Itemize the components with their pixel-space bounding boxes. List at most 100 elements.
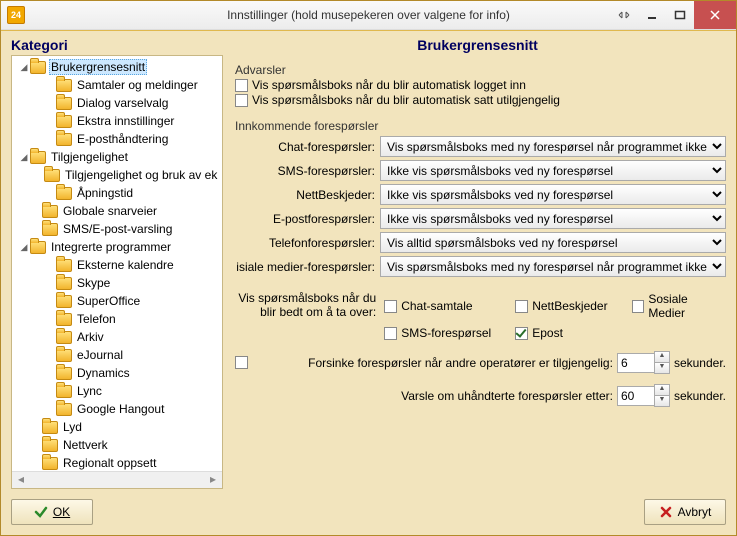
tree-item[interactable]: Dynamics (12, 364, 222, 382)
tree-item-label: E-posthåndtering (75, 132, 170, 146)
titlebar[interactable]: 24 Innstillinger (hold musepekeren over … (1, 1, 736, 30)
warn-auto-login-checkbox[interactable] (235, 79, 248, 92)
spin-up-icon[interactable]: ▲ (654, 351, 670, 363)
check-icon (34, 505, 48, 519)
tree-item-label: Globale snarveier (61, 204, 159, 218)
tree-item-label: SMS/E-post-varsling (61, 222, 174, 236)
category-tree: ◢ BrukergrensesnittSamtaler og meldinger D… (11, 55, 223, 489)
tree-item[interactable]: Regionalt oppsett (12, 454, 222, 471)
spin-down-icon[interactable]: ▼ (654, 363, 670, 374)
incoming-select[interactable]: Vis spørsmålsboks med ny forespørsel når… (380, 136, 726, 157)
warnings-section-label: Advarsler (235, 63, 726, 77)
tree-item-label: Nettverk (61, 438, 110, 452)
takeover-lead: Vis spørsmålsboks når dublir bedt om å t… (235, 291, 376, 341)
cancel-button[interactable]: Avbryt (644, 499, 726, 525)
tree-item[interactable]: ◢Tilgjengelighet (12, 148, 222, 166)
tree-item[interactable]: Åpningstid (12, 184, 222, 202)
folder-icon (56, 385, 72, 398)
takeover-checkbox[interactable] (515, 300, 528, 313)
takeover-checkbox[interactable] (384, 300, 397, 313)
spin-up-icon[interactable]: ▲ (654, 384, 670, 396)
incoming-select[interactable]: Ikke vis spørsmålsboks ved ny forespørse… (380, 208, 726, 229)
folder-icon (56, 97, 72, 110)
incoming-label: Telefonforespørsler: (235, 236, 377, 250)
tree-item[interactable]: eJournal (12, 346, 222, 364)
tree-item[interactable]: Ekstra innstillinger (12, 112, 222, 130)
tree-item[interactable]: Telefon (12, 310, 222, 328)
tree-item[interactable]: Tilgjengelighet og bruk av ek (12, 166, 222, 184)
folder-icon (42, 223, 58, 236)
takeover-checkbox[interactable] (632, 300, 645, 313)
tree-item-label: Dynamics (75, 366, 132, 380)
takeover-checkbox[interactable] (384, 327, 397, 340)
tree-item[interactable]: Lyd (12, 418, 222, 436)
tree-item-label: Åpningstid (75, 186, 135, 200)
takeover-option-label: NettBeskjeder (532, 299, 607, 313)
folder-icon (56, 133, 72, 146)
tree-item-label: Brukergrensesnitt (49, 59, 147, 75)
folder-icon (56, 187, 72, 200)
scroll-left-icon[interactable]: ◂ (14, 472, 28, 488)
folder-icon (42, 457, 58, 470)
warn-auto-unavailable-checkbox[interactable] (235, 94, 248, 107)
tree-item-label: Skype (75, 276, 112, 290)
incoming-select[interactable]: Vis alltid spørsmålsboks ved ny forespør… (380, 232, 726, 253)
maximize-icon[interactable] (666, 1, 694, 29)
tree-item[interactable]: Samtaler og meldinger (12, 76, 222, 94)
scroll-right-icon[interactable]: ▸ (206, 472, 220, 488)
tree-item-label: Google Hangout (75, 402, 166, 416)
category-heading: Kategori (11, 37, 223, 53)
minimize-icon[interactable] (638, 1, 666, 29)
tree-item[interactable]: Nettverk (12, 436, 222, 454)
unhandled-warn-seconds-input[interactable] (617, 386, 655, 406)
tree-item[interactable]: Skype (12, 274, 222, 292)
tree-item[interactable]: Arkiv (12, 328, 222, 346)
tree-item-label: Tilgjengelighet og bruk av ek (63, 168, 219, 182)
tree-item-label: Telefon (75, 312, 118, 326)
tree-item[interactable]: SuperOffice (12, 292, 222, 310)
tree-expand-icon[interactable]: ◢ (18, 152, 30, 163)
app-icon: 24 (7, 6, 25, 24)
tree-item-label: Integrerte programmer (49, 240, 173, 254)
warn-auto-unavailable-label: Vis spørsmålsboks når du blir automatisk… (252, 93, 560, 107)
folder-icon (30, 61, 46, 74)
delay-requests-seconds-input[interactable] (617, 353, 655, 373)
tree-item[interactable]: Google Hangout (12, 400, 222, 418)
takeover-checkbox[interactable] (515, 327, 528, 340)
tree-item[interactable]: ◢ Integrerte programmer (12, 238, 222, 256)
takeover-option-label: Epost (532, 326, 563, 340)
warn-auto-login-label: Vis spørsmålsboks når du blir automatisk… (252, 78, 526, 92)
tree-item[interactable]: Globale snarveier (12, 202, 222, 220)
tree-item[interactable]: SMS/E-post-varsling (12, 220, 222, 238)
tree-item[interactable]: Dialog varselvalg (12, 94, 222, 112)
delay-requests-checkbox[interactable] (235, 356, 248, 369)
delay-requests-label: Forsinke forespørsler når andre operatør… (252, 356, 613, 370)
restore-size-icon[interactable] (610, 1, 638, 29)
folder-icon (42, 205, 58, 218)
ok-button[interactable]: OK (11, 499, 93, 525)
tree-item-label: Lyd (61, 420, 84, 434)
tree-expand-icon[interactable]: ◢ (18, 242, 30, 253)
panel-heading: Brukergrensesnitt (229, 37, 726, 53)
folder-icon (56, 403, 72, 416)
tree-item-label: Regionalt oppsett (61, 456, 158, 470)
tree-item[interactable]: Eksterne kalendre (12, 256, 222, 274)
tree-item-label: Dialog varselvalg (75, 96, 170, 110)
tree-expand-icon[interactable]: ◢ (18, 62, 30, 73)
close-icon[interactable] (694, 1, 736, 29)
tree-item[interactable]: Lync (12, 382, 222, 400)
incoming-select[interactable]: Ikke vis spørsmålsboks ved ny forespørse… (380, 184, 726, 205)
cross-icon (659, 505, 673, 519)
folder-icon (56, 259, 72, 272)
folder-icon (30, 151, 46, 164)
tree-item[interactable]: E-posthåndtering (12, 130, 222, 148)
folder-icon (56, 295, 72, 308)
spin-down-icon[interactable]: ▼ (654, 396, 670, 407)
incoming-label: NettBeskjeder: (235, 188, 377, 202)
tree-horizontal-scrollbar[interactable]: ◂ ▸ (12, 471, 222, 488)
incoming-select[interactable]: Ikke vis spørsmålsboks ved ny forespørse… (380, 160, 726, 181)
takeover-option-label: Sosiale Medier (648, 292, 726, 320)
tree-item[interactable]: ◢ Brukergrensesnitt (12, 58, 222, 76)
delay-requests-suffix: sekunder. (674, 356, 726, 370)
incoming-select[interactable]: Vis spørsmålsboks med ny forespørsel når… (380, 256, 726, 277)
